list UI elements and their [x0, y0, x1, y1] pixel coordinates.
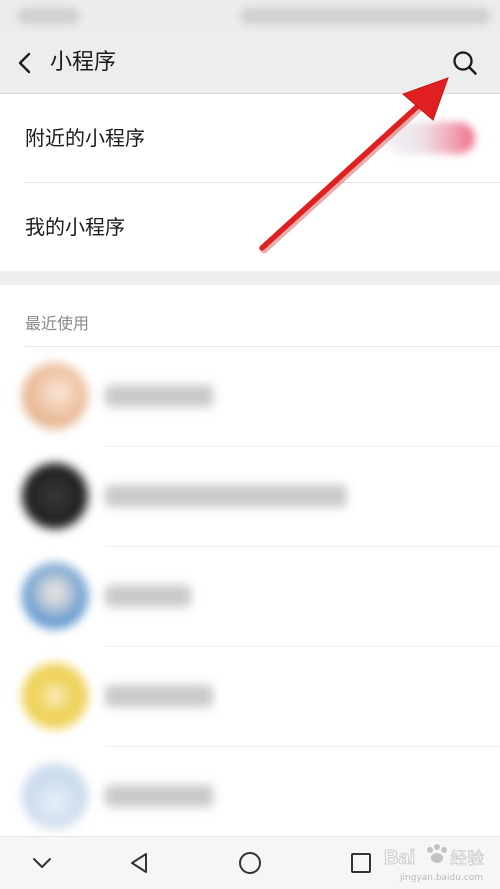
nav-recents-button[interactable]: [343, 847, 379, 879]
nav-back-button[interactable]: [121, 847, 157, 879]
nav-collapse-button[interactable]: [24, 847, 60, 879]
my-mini-programs-item[interactable]: 我的小程序: [0, 183, 500, 271]
my-mini-programs-label: 我的小程序: [25, 215, 125, 239]
recent-item[interactable]: [0, 747, 500, 836]
home-circle-icon: [239, 852, 261, 874]
nearby-mini-programs-label: 附近的小程序: [25, 126, 145, 150]
title-bar: 小程序: [0, 32, 500, 94]
section-separator: [0, 271, 500, 285]
recent-item-name-blurred: [105, 685, 213, 707]
search-icon: [453, 51, 477, 75]
recent-item-name-blurred: [105, 485, 347, 507]
nearby-toggle-switch[interactable]: [385, 122, 475, 154]
status-bar-left-blur: [18, 8, 80, 24]
recent-item-avatar: [22, 363, 88, 429]
recent-item-avatar: [22, 763, 88, 829]
recent-item-avatar: [22, 663, 88, 729]
nav-home-button[interactable]: [232, 847, 268, 879]
system-navigation-bar: [0, 836, 500, 889]
recent-item-avatar: [22, 463, 88, 529]
recent-item-name-blurred: [105, 385, 213, 407]
back-button[interactable]: [10, 46, 40, 80]
recent-item-name-blurred: [105, 785, 213, 807]
recent-item-avatar: [22, 563, 88, 629]
search-button[interactable]: [448, 46, 482, 80]
status-bar: [0, 0, 500, 32]
page-title: 小程序: [50, 50, 117, 75]
recent-item[interactable]: [0, 647, 500, 747]
chevron-left-icon: [18, 52, 31, 74]
recent-item-name-blurred: [105, 585, 191, 607]
recent-item[interactable]: [0, 547, 500, 647]
chevron-down-icon: [33, 858, 51, 868]
recent-item[interactable]: [0, 347, 500, 447]
back-triangle-icon: [131, 853, 147, 873]
mini-programs-screen: 小程序 附近的小程序 我的小程序 最近使用 Bai 经验 jingyan.bai…: [0, 0, 500, 889]
recent-section: 最近使用: [0, 285, 500, 836]
status-bar-right-blur: [240, 8, 490, 24]
recents-square-icon: [351, 853, 371, 873]
menu-list: 附近的小程序 我的小程序: [0, 94, 500, 271]
nearby-mini-programs-item[interactable]: 附近的小程序: [0, 94, 500, 183]
recent-item[interactable]: [0, 447, 500, 547]
recent-section-header: 最近使用: [25, 314, 90, 333]
